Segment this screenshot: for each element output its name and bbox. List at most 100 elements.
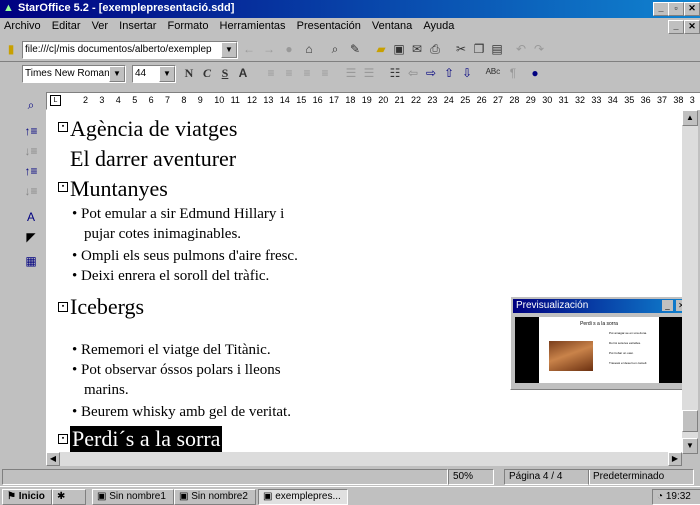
- show-sublevels-icon[interactable]: ↓≡: [22, 182, 40, 200]
- menu-ver[interactable]: Ver: [88, 18, 113, 32]
- search-icon[interactable]: ⌕: [326, 40, 344, 58]
- formatting-on-off-icon[interactable]: A: [22, 208, 40, 226]
- mail-icon[interactable]: ✉: [408, 40, 426, 58]
- task-label: Sin nombre2: [191, 491, 248, 502]
- demote-icon[interactable]: ⇨: [422, 64, 440, 82]
- task-sin-nombre1[interactable]: ▣ Sin nombre1: [92, 489, 174, 505]
- zoom-level[interactable]: 50%: [448, 469, 494, 485]
- bullet-5-cont[interactable]: marins.: [84, 382, 129, 399]
- close-button[interactable]: ✕: [684, 2, 700, 16]
- home-icon[interactable]: ⌂: [300, 40, 318, 58]
- preview-window[interactable]: Previsualización _ ✕ Perdi s a la sorra …: [510, 296, 692, 390]
- font-size-dropdown-button[interactable]: ▼: [159, 66, 175, 82]
- bullet-1[interactable]: • Pot emular a sir Edmund Hillary i: [72, 206, 284, 223]
- align-left-icon[interactable]: ≡: [262, 64, 280, 82]
- bold-button[interactable]: N: [180, 64, 198, 82]
- scroll-right-button[interactable]: ▶: [668, 452, 682, 466]
- menu-bar: Archivo Editar Ver Insertar Formato Herr…: [0, 18, 700, 36]
- menu-herramientas[interactable]: Herramientas: [216, 18, 290, 32]
- status-bar: 50% Página 4 / 4 Predeterminado: [0, 468, 700, 485]
- print-icon[interactable]: ⎙: [426, 40, 444, 58]
- cut-icon[interactable]: ✂: [452, 40, 470, 58]
- align-center-icon[interactable]: ≡: [280, 64, 298, 82]
- italic-button[interactable]: C: [198, 64, 216, 82]
- folder-icon[interactable]: ▮: [2, 40, 20, 58]
- horizontal-scrollbar[interactable]: ◀ ▶: [46, 452, 682, 466]
- bullet-2[interactable]: • Ompli els seus pulmons d'aire fresc.: [72, 248, 298, 265]
- animation-icon[interactable]: ●: [526, 64, 544, 82]
- doc-close-button[interactable]: ✕: [684, 20, 700, 34]
- edit-file-icon[interactable]: ✎: [346, 40, 364, 58]
- outline-title-4[interactable]: Perdi´s a la sorra: [70, 426, 223, 452]
- spellcheck-icon[interactable]: ᴬᴮᶜ: [484, 64, 502, 82]
- preview-minimize-button[interactable]: _: [662, 300, 673, 311]
- menu-archivo[interactable]: Archivo: [0, 18, 45, 32]
- window-title: StarOffice 5.2 - [exemplepresentació.sdd…: [18, 2, 235, 14]
- maximize-button[interactable]: ▫: [668, 2, 684, 16]
- quicklaunch-icon[interactable]: ✱: [52, 489, 86, 505]
- menu-ventana[interactable]: Ventana: [368, 18, 416, 32]
- stop-icon[interactable]: ●: [280, 40, 298, 58]
- bullet-1-cont[interactable]: pujar cotes inimaginables.: [84, 226, 241, 243]
- para-spacing-icon[interactable]: ☰: [360, 64, 378, 82]
- tab-stop-icon[interactable]: L: [50, 95, 61, 106]
- scroll-down-button[interactable]: ▼: [682, 438, 698, 454]
- undo-icon[interactable]: ↶: [512, 40, 530, 58]
- move-down-icon[interactable]: ⇩: [458, 64, 476, 82]
- bullet-6[interactable]: • Beurem whisky amb gel de veritat.: [72, 404, 291, 421]
- menu-ayuda[interactable]: Ayuda: [419, 18, 458, 32]
- doc-minimize-button[interactable]: _: [668, 20, 684, 34]
- font-color-icon[interactable]: A: [234, 64, 252, 82]
- menu-presentacion[interactable]: Presentación: [293, 18, 365, 32]
- start-button[interactable]: ⚑ Inicio: [2, 489, 52, 505]
- first-level-icon[interactable]: ↑≡: [22, 122, 40, 140]
- bullet-4[interactable]: • Rememori el viatge del Titànic.: [72, 342, 271, 359]
- back-icon[interactable]: ←: [240, 40, 258, 58]
- align-right-icon[interactable]: ≡: [298, 64, 316, 82]
- font-name-dropdown-button[interactable]: ▼: [109, 66, 125, 82]
- open-icon[interactable]: ▰: [372, 40, 390, 58]
- taskbar: ⚑ Inicio ✱ ▣ Sin nombre1 ▣ Sin nombre2 ▣…: [0, 486, 700, 505]
- outline-title-1-sub[interactable]: El darrer aventurer: [70, 146, 236, 172]
- font-name-field[interactable]: Times New Roman ▼: [22, 65, 126, 83]
- url-field[interactable]: file:///c|/mis documentos/alberto/exempl…: [22, 41, 238, 59]
- outline-title-2[interactable]: Muntanyes: [70, 176, 168, 202]
- styles-icon[interactable]: ¶: [504, 64, 522, 82]
- ruler-tick-label: 5: [132, 95, 138, 105]
- scroll-thumb[interactable]: [682, 410, 698, 432]
- task-exemplepresentacio[interactable]: ▣ exemplepres...: [258, 489, 348, 505]
- underline-button[interactable]: S: [216, 64, 234, 82]
- minimize-button[interactable]: _: [653, 2, 669, 16]
- justify-icon[interactable]: ≡: [316, 64, 334, 82]
- menu-editar[interactable]: Editar: [48, 18, 85, 32]
- zoom-icon[interactable]: ⌕: [22, 96, 40, 114]
- forward-icon[interactable]: →: [260, 40, 278, 58]
- copy-icon[interactable]: ❐: [470, 40, 488, 58]
- save-icon[interactable]: ▣: [390, 40, 408, 58]
- line-spacing-icon[interactable]: ☰: [342, 64, 360, 82]
- vertical-scrollbar[interactable]: ▲ ▼: [682, 110, 698, 454]
- scroll-up-button[interactable]: ▲: [682, 110, 698, 126]
- outline-title-1[interactable]: Agència de viatges: [70, 116, 237, 142]
- outline-document[interactable]: ▪ Agència de viatges El darrer aventurer…: [46, 110, 682, 454]
- promote-icon[interactable]: ⇦: [404, 64, 422, 82]
- paste-icon[interactable]: ▤: [488, 40, 506, 58]
- black-white-view-icon[interactable]: ◤: [22, 228, 40, 246]
- menu-formato[interactable]: Formato: [164, 18, 213, 32]
- menu-insertar[interactable]: Insertar: [115, 18, 160, 32]
- scroll-left-button[interactable]: ◀: [46, 452, 60, 466]
- url-dropdown-button[interactable]: ▼: [221, 42, 237, 58]
- outline-title-3[interactable]: Icebergs: [70, 294, 144, 320]
- all-levels-icon[interactable]: ↓≡: [22, 142, 40, 160]
- slide-marker-icon: ▪: [58, 302, 68, 312]
- bullets-icon[interactable]: ☷: [386, 64, 404, 82]
- bullet-5[interactable]: • Pot observar óssos polars i lleons: [72, 362, 281, 379]
- font-name-text: Times New Roman: [25, 68, 110, 79]
- hide-sublevels-icon[interactable]: ↑≡: [22, 162, 40, 180]
- task-sin-nombre2[interactable]: ▣ Sin nombre2: [174, 489, 256, 505]
- move-up-icon[interactable]: ⇧: [440, 64, 458, 82]
- bullet-3[interactable]: • Deixi enrera el soroll del tràfic.: [72, 268, 269, 285]
- slide-show-icon[interactable]: ▦: [22, 252, 40, 270]
- redo-icon[interactable]: ↷: [530, 40, 548, 58]
- font-size-field[interactable]: 44 ▼: [132, 65, 176, 83]
